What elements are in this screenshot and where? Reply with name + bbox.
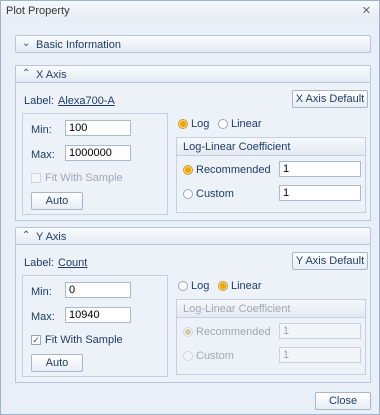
x-custom-radio[interactable] [183, 189, 193, 199]
x-coef-header: Log-Linear Coefficient [177, 138, 365, 156]
y-custom-caption: Custom [196, 350, 234, 362]
y-label-caption: Label: [24, 257, 54, 269]
basic-information-header[interactable]: ⌄ Basic Information [15, 35, 371, 53]
y-axis-panel: Label: Count Y Axis Default Min: 0 Max: … [15, 245, 371, 383]
x-recommended-input[interactable]: 1 [279, 161, 361, 177]
x-linear-radio[interactable] [218, 119, 228, 129]
y-coef-title: Log-Linear Coefficient [183, 303, 291, 315]
x-custom-caption: Custom [196, 188, 234, 200]
x-linear-caption: Linear [231, 118, 262, 130]
x-axis-title: X Axis [36, 69, 67, 81]
x-label-link[interactable]: Alexa700-A [58, 95, 115, 107]
y-scale-group: Log Linear Log-Linear Coefficient Recomm… [174, 275, 368, 377]
x-auto-button[interactable]: Auto [31, 192, 83, 210]
x-fit-checkbox[interactable] [31, 173, 41, 183]
x-scale-group: Log Linear Log-Linear Coefficient Recomm… [174, 113, 368, 215]
x-min-caption: Min: [31, 124, 52, 136]
y-min-input[interactable]: 0 [65, 282, 131, 298]
close-icon[interactable]: ✕ [362, 4, 371, 17]
x-custom-input[interactable]: 1 [279, 185, 361, 201]
y-range-group: Min: 0 Max: 10940 ✓ Fit With Sample Auto [22, 275, 168, 377]
y-axis-header[interactable]: ⌃ Y Axis [15, 227, 371, 245]
y-linear-radio[interactable] [218, 281, 228, 291]
y-custom-input[interactable]: 1 [279, 347, 361, 363]
y-log-radio[interactable] [178, 281, 188, 291]
x-max-input[interactable]: 1000000 [65, 145, 131, 161]
x-axis-default-button[interactable]: X Axis Default [292, 90, 368, 108]
title-bar: Plot Property ✕ [1, 1, 379, 21]
x-coefficient-group: Log-Linear Coefficient Recommended 1 Cus… [176, 137, 366, 213]
y-recommended-radio[interactable] [183, 327, 193, 337]
y-recommended-caption: Recommended [196, 326, 271, 338]
y-log-caption: Log [191, 280, 210, 292]
y-coef-header: Log-Linear Coefficient [177, 300, 365, 318]
y-custom-radio[interactable] [183, 351, 193, 361]
x-log-radio[interactable] [178, 119, 188, 129]
close-button[interactable]: Close [315, 392, 371, 410]
x-max-caption: Max: [31, 149, 55, 161]
y-fit-checkbox[interactable]: ✓ [31, 335, 41, 345]
x-axis-header[interactable]: ⌃ X Axis [15, 65, 371, 83]
y-coefficient-group: Log-Linear Coefficient Recommended 1 Cus… [176, 299, 366, 375]
x-axis-panel: Label: Alexa700-A X Axis Default Min: 10… [15, 83, 371, 221]
x-log-caption: Log [191, 118, 210, 130]
plot-property-dialog: Plot Property ✕ ⌄ Basic Information ⌃ X … [0, 0, 380, 415]
basic-information-title: Basic Information [36, 39, 121, 51]
y-recommended-input[interactable]: 1 [279, 323, 361, 339]
y-axis-title: Y Axis [36, 231, 67, 243]
y-auto-button[interactable]: Auto [31, 354, 83, 372]
y-linear-caption: Linear [231, 280, 262, 292]
x-fit-caption: Fit With Sample [45, 172, 123, 184]
chevron-up-icon: ⌃ [22, 68, 31, 79]
x-range-group: Min: 100 Max: 1000000 Fit With Sample Au… [22, 113, 168, 215]
y-label-link[interactable]: Count [58, 257, 87, 269]
y-axis-default-button[interactable]: Y Axis Default [292, 252, 368, 270]
y-min-caption: Min: [31, 286, 52, 298]
chevron-down-icon: ⌄ [22, 38, 31, 49]
y-max-input[interactable]: 10940 [65, 307, 131, 323]
window-title: Plot Property [6, 5, 70, 17]
y-max-caption: Max: [31, 311, 55, 323]
chevron-up-icon: ⌃ [22, 230, 31, 241]
x-label-caption: Label: [24, 95, 54, 107]
y-fit-caption: Fit With Sample [45, 334, 123, 346]
x-min-input[interactable]: 100 [65, 120, 131, 136]
x-recommended-caption: Recommended [196, 164, 271, 176]
x-recommended-radio[interactable] [183, 165, 193, 175]
x-coef-title: Log-Linear Coefficient [183, 141, 291, 153]
